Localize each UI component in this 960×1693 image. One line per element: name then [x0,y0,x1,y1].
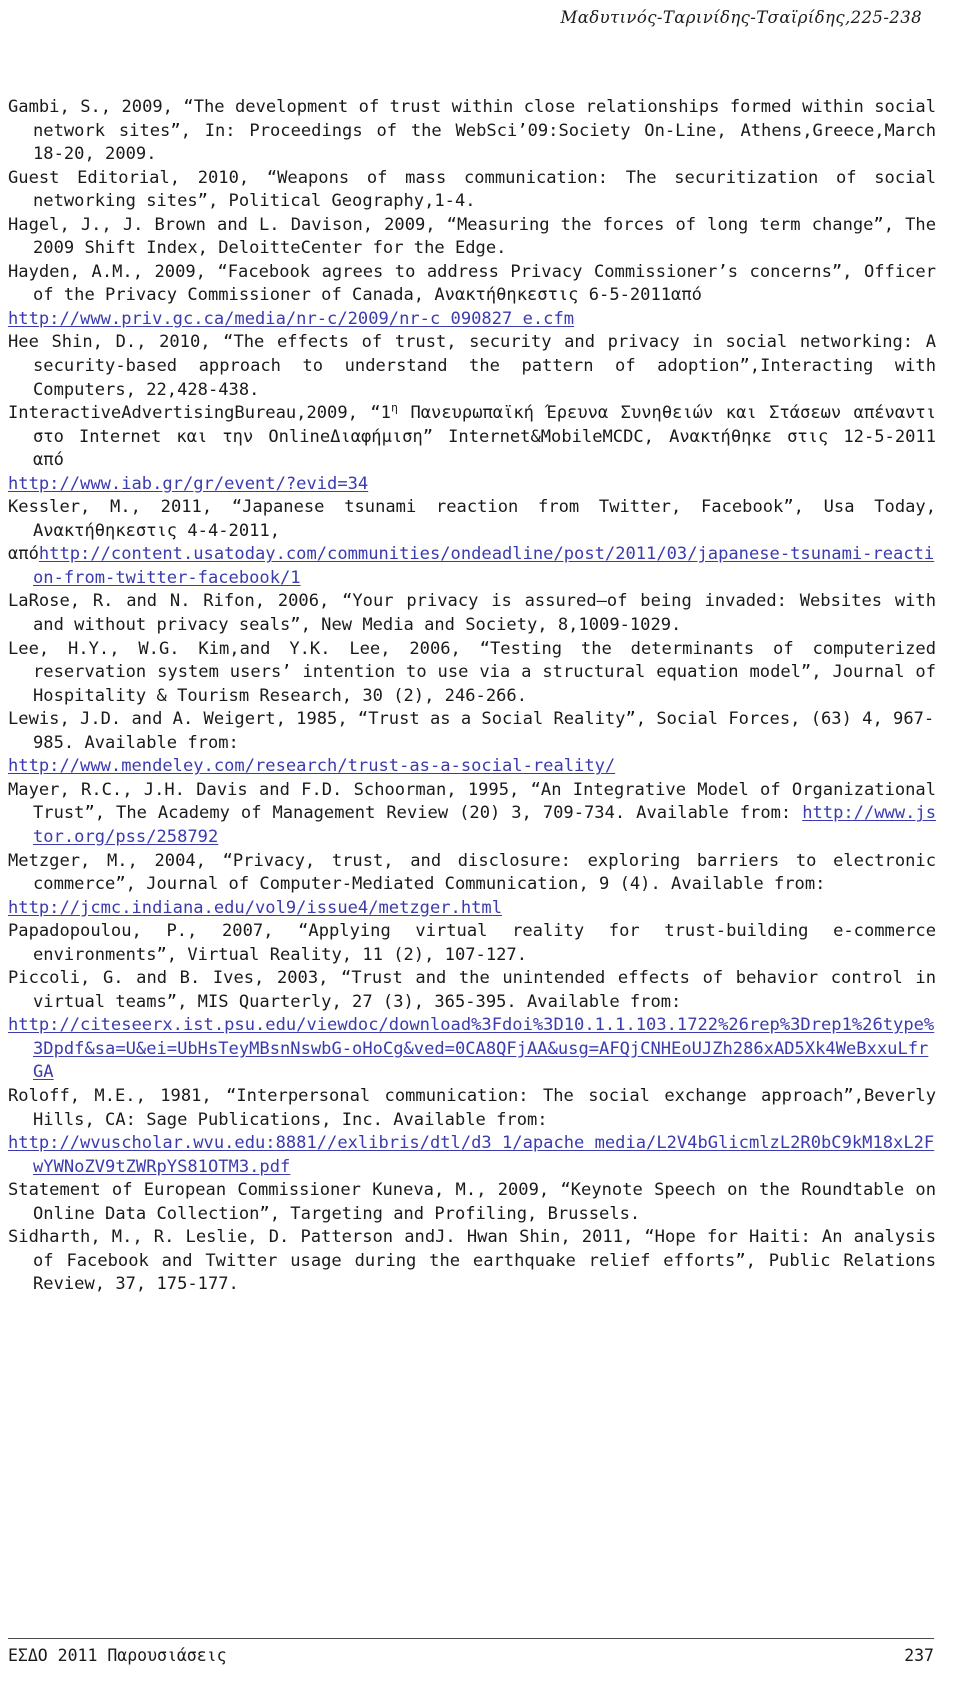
reference-text: Lee, H.Y., W.G. Kim,and Y.K. Lee, 2006, … [8,638,936,706]
reference-link-line: http://citeseerx.ist.psu.edu/viewdoc/dow… [8,1014,936,1085]
reference-text: Sidharth, M., R. Leslie, D. Patterson an… [8,1227,936,1295]
reference-text: Lewis, J.D. and A. Weigert, 1985, “Trust… [8,709,935,753]
reference-entry: Roloff, M.E., 1981, “Interpersonal commu… [8,1085,936,1132]
reference-text: LaRose, R. and N. Rifon, 2006, “Your pri… [8,591,936,636]
reference-link-line: απόhttp://content.usatoday.com/communiti… [8,543,936,590]
reference-entry: Hee Shin, D., 2010, “The effects of trus… [8,331,936,402]
reference-entry: Hayden, A.M., 2009, “Facebook agrees to … [8,261,936,308]
reference-text: Hayden, A.M., 2009, “Facebook agrees to … [8,261,936,306]
reference-text: Metzger, M., 2004, “Privacy, trust, and … [8,850,936,895]
page-footer: ΕΣΔΟ 2011 Παρουσιάσεις 237 [8,1638,934,1665]
reference-text: Mayer, R.C., J.H. Davis and F.D. Schoorm… [8,779,936,824]
reference-entry: Papadopoulou, P., 2007, “Applying virtua… [8,920,936,967]
hyperlink[interactable]: http://citeseerx.ist.psu.edu/viewdoc/dow… [8,1015,934,1082]
reference-entry: Metzger, M., 2004, “Privacy, trust, and … [8,850,936,897]
reference-text: Papadopoulou, P., 2007, “Applying virtua… [8,921,936,965]
reference-text-prefix: από [8,544,39,565]
document-page: Μαδυτινός-Ταρινίδης-Τσαϊρίδης,225-238 Ga… [0,0,960,1693]
reference-text: Piccoli, G. and B. Ives, 2003, “Trust an… [8,968,936,1012]
reference-entry: Gambi, S., 2009, “The development of tru… [8,96,936,167]
reference-text-before-ordinal: InteractiveAdvertisingBureau,2009, “1 [8,403,391,424]
reference-text: Guest Editorial, 2010, “Weapons of mass … [8,167,936,212]
hyperlink[interactable]: http://www.iab.gr/gr/event/?evid=34 [8,474,368,494]
reference-entry: Kessler, M., 2011, “Japanese tsunami rea… [8,496,936,543]
footer-left-text: ΕΣΔΟ 2011 Παρουσιάσεις [8,1646,227,1665]
reference-text: Statement of European Commissioner Kunev… [8,1180,936,1224]
hyperlink[interactable]: http://content.usatoday.com/communities/… [33,544,934,588]
reference-link-line: http://www.priv.gc.ca/media/nr-c/2009/nr… [8,308,936,332]
reference-entry: Lee, H.Y., W.G. Kim,and Y.K. Lee, 2006, … [8,638,936,709]
footer-page-number: 237 [904,1646,934,1665]
hyperlink[interactable]: http://wvuscholar.wvu.edu:8881//exlibris… [8,1133,934,1177]
footer-divider [8,1638,934,1639]
running-header: Μαδυτινός-Ταρινίδης-Τσαϊρίδης,225-238 [560,8,922,27]
ordinal-suffix: η [390,400,398,415]
reference-link-line: http://www.iab.gr/gr/event/?evid=34 [8,473,936,497]
reference-entry: Mayer, R.C., J.H. Davis and F.D. Schoorm… [8,779,936,850]
reference-link-line: http://www.mendeley.com/research/trust-a… [8,755,936,779]
reference-text: Hee Shin, D., 2010, “The effects of trus… [8,332,936,400]
reference-entry: LaRose, R. and N. Rifon, 2006, “Your pri… [8,590,936,637]
reference-entry: InteractiveAdvertisingBureau,2009, “1η Π… [8,402,936,473]
reference-entry: Sidharth, M., R. Leslie, D. Patterson an… [8,1226,936,1297]
hyperlink[interactable]: http://www.mendeley.com/research/trust-a… [8,756,615,776]
reference-entry: Piccoli, G. and B. Ives, 2003, “Trust an… [8,967,936,1014]
reference-entry: Lewis, J.D. and A. Weigert, 1985, “Trust… [8,708,936,755]
reference-list: Gambi, S., 2009, “The development of tru… [8,96,936,1297]
reference-link-line: http://wvuscholar.wvu.edu:8881//exlibris… [8,1132,936,1179]
reference-entry: Hagel, J., J. Brown and L. Davison, 2009… [8,214,936,261]
footer-row: ΕΣΔΟ 2011 Παρουσιάσεις 237 [8,1646,934,1665]
hyperlink[interactable]: http://www.priv.gc.ca/media/nr-c/2009/nr… [8,309,574,329]
reference-entry: Guest Editorial, 2010, “Weapons of mass … [8,167,936,214]
reference-link-line: http://jcmc.indiana.edu/vol9/issue4/metz… [8,897,936,921]
reference-text: Kessler, M., 2011, “Japanese tsunami rea… [8,497,936,541]
hyperlink[interactable]: http://jcmc.indiana.edu/vol9/issue4/metz… [8,898,502,918]
reference-text: Gambi, S., 2009, “The development of tru… [8,97,936,165]
reference-text: Roloff, M.E., 1981, “Interpersonal commu… [8,1085,936,1130]
reference-text: Hagel, J., J. Brown and L. Davison, 2009… [8,214,936,259]
reference-entry: Statement of European Commissioner Kunev… [8,1179,936,1226]
